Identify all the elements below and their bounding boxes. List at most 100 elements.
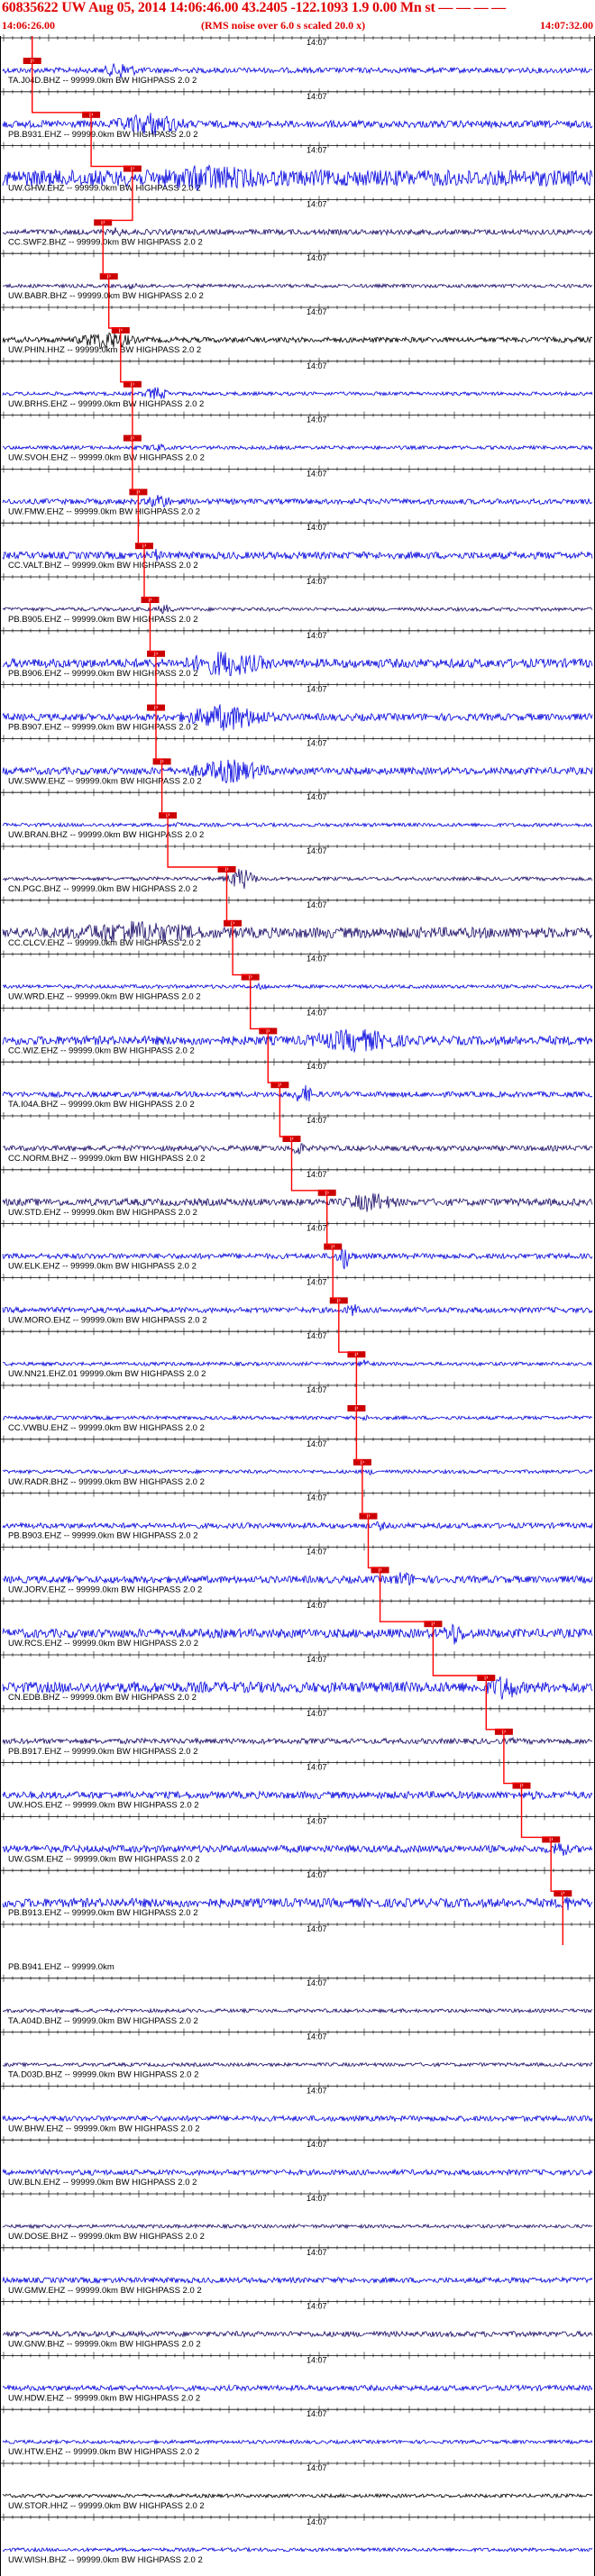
station-label: UW.BRHS.EHZ -- 99999.0km BW HIGHPASS 2.0… [8,399,204,409]
station-label: UW.NN21.EHZ.01 99999.0km BW HIGHPASS 2.0… [8,1369,206,1379]
station-label: UW.RCS.EHZ -- 99999.0km BW HIGHPASS 2.0 … [8,1639,198,1649]
trace-row: 14:07 UW.RADR.BHZ -- 99999.0km BW HIGHPAS… [0,1435,595,1487]
trace-row: 14:07 PB.B906.EHZ -- 99999.0km BW HIGHPAS… [0,626,595,679]
time-tick-label: 14:07 [307,1277,327,1286]
station-label: TA.I04A.BHZ -- 99999.0km BW HIGHPASS 2.0… [8,1100,195,1110]
waveform [2,548,593,562]
time-tick-label: 14:07 [307,2194,327,2203]
time-tick-label: 14:07 [307,469,327,478]
station-label: CC.CLCV.EHZ -- 99999.0km BW HIGHPASS 2.0… [8,938,201,948]
time-tick-label: 14:07 [307,2302,327,2311]
station-label: UW.ELK.EHZ -- 99999.0km BW HIGHPASS 2.0 … [8,1262,197,1272]
trace-row: 14:07 PB.B941.EHZ -- 99999.0km [0,1921,595,1972]
time-tick-label: 14:07 [307,846,327,855]
waveform [2,821,593,828]
time-tick-label: 14:07 [307,1816,327,1825]
trace-row: 14:07 UW.BRAN.BHZ -- 99999.0km BW HIGHPAS… [0,789,595,840]
time-tick-label: 14:07 [307,1494,327,1503]
trace-row: 14:07 UW.BHW.EHZ -- 99999.0km BW HIGHPASS… [0,2082,595,2133]
moveout-line [32,36,563,1945]
station-label: TA.J04D.BHZ -- 99999.0km BW HIGHPASS 2.0… [8,76,197,86]
time-tick-label: 14:07 [307,2086,327,2095]
time-tick-label: 14:07 [307,253,327,262]
trace-row: 14:07 CC.CLCV.EHZ -- 99999.0km BW HIGHPAS… [0,896,595,948]
trace-row: 14:07 CN.EDB.BHZ -- 99999.0km BW HIGHPASS… [0,1651,595,1703]
station-label: UW.BLN.EHZ -- 99999.0km BW HIGHPASS 2.0 … [8,2178,197,2188]
station-label: UW.SWW.EHZ -- 99999.0km BW HIGHPASS 2.0 … [8,776,202,786]
waveform [2,604,593,614]
station-label: UW.GNW.BHZ -- 99999.0km BW HIGHPASS 2.0 … [8,2340,201,2350]
station-label: UW.SVOH.EHZ -- 99999.0km BW HIGHPASS 2.0… [8,453,205,463]
waveform [2,1414,593,1421]
station-label: UW.GMW.EHZ -- 99999.0km BW HIGHPASS 2.0 … [8,2286,202,2296]
time-tick-label: 14:07 [307,2248,327,2257]
time-tick-label: 14:07 [307,1709,327,1718]
waveform [2,2061,593,2069]
waveform [2,2168,593,2177]
time-tick-label: 14:07 [307,1331,327,1340]
time-tick-label: 14:07 [307,1062,327,1071]
time-tick-label: 14:07 [307,900,327,909]
waveform [2,2276,593,2285]
station-label: PB.B906.EHZ -- 99999.0km BW HIGHPASS 2.0… [8,669,198,679]
time-tick-label: 14:07 [307,1655,327,1664]
trace-row: 14:07 TA.A04D.BHZ -- 99999.0km BW HIGHPAS… [0,1974,595,2026]
time-tick-label: 14:07 [307,1008,327,1017]
trace-row: 14:07 UW.GSM.EHZ -- 99999.0km BW HIGHPASS… [0,1813,595,1864]
trace-row: 14:07UW.GHW.EHZ -- 99999.0km BW HIGHPASS… [0,142,595,194]
waveform [2,495,593,508]
trace-row: 14:07 UW.SWW.EHZ -- 99999.0km BW HIGHPASS… [0,735,595,786]
trace-row: 14:07 PB.B913.EHZ -- 99999.0km BW HIGHPAS… [0,1867,595,1918]
station-label: TA.A04D.BHZ -- 99999.0km BW HIGHPASS 2.0… [8,2016,198,2026]
time-tick-label: 14:07 [307,1170,327,1179]
station-label: UW.STOR.HHZ -- 99999.0km BW HIGHPASS 2.0… [8,2501,205,2511]
trace-row: 14:07 TA.D03D.BHZ -- 99999.0km BW HIGHPAS… [0,2028,595,2080]
station-label: PB.B905.EHZ -- 99999.0km BW HIGHPASS 2.0… [8,615,198,625]
station-label: CC.NORM.BHZ -- 99999.0km BW HIGHPASS 2.0… [8,1154,205,1164]
station-label: CC.SWF2.BHZ -- 99999.0km BW HIGHPASS 2.0… [8,237,203,247]
time-tick-label: 14:07 [307,2517,327,2526]
trace-row: 14:07 UW.SVOH.EHZ -- 99999.0km BW HIGHPAS… [0,411,595,463]
trace-row: 14:07 TA.J04D.BHZ -- 99999.0km BW HIGHPAS… [0,34,595,86]
time-tick-label: 14:07 [307,92,327,101]
station-label: CN.PGC.BHZ -- 99999.0km BW HIGHPASS 2.0 … [8,884,197,894]
station-label: UW.MORO.EHZ -- 99999.0km BW HIGHPASS 2.0… [8,1315,207,1325]
trace-row: 14:07 CC.VALT.BHZ -- 99999.0km BW HIGHPAS… [0,519,595,571]
time-tick-label: 14:07 [307,146,327,155]
station-label: TA.D03D.BHZ -- 99999.0km BW HIGHPASS 2.0… [8,2070,198,2080]
station-label: UW.DOSE.BHZ -- 99999.0km BW HIGHPASS 2.0… [8,2232,205,2242]
waveform [2,2492,593,2499]
station-label: UW.STD.EHZ -- 99999.0km BW HIGHPASS 2.0 … [8,1208,197,1218]
waveform [2,2223,593,2230]
time-tick-label: 14:07 [307,685,327,694]
seismogram-plot: 14:07 TA.J04D.BHZ -- 99999.0km BW HIGHPAS… [0,34,595,2576]
time-tick-label: 14:07 [307,1439,327,1448]
trace-row: 14:07 UW.HDW.EHZ -- 99999.0km BW HIGHPASS… [0,2352,595,2403]
time-tick-label: 14:07 [307,2409,327,2418]
waveform [2,387,593,399]
station-label: UW.GSM.EHZ -- 99999.0km BW HIGHPASS 2.0 … [8,1854,200,1864]
trace-row: 14:07 UW.ELK.EHZ -- 99999.0km BW HIGHPASS… [0,1219,595,1272]
time-tick-label: 14:07 [307,2463,327,2472]
trace-row: 14:07 CC.WIZ.EHZ -- 99999.0km BW HIGHPASS… [0,1004,595,1055]
waveform [2,1303,593,1317]
time-tick-label: 14:07 [307,1870,327,1879]
station-label: UW.FMW.EHZ -- 99999.0km BW HIGHPASS 2.0 … [8,507,200,516]
waveform [2,1468,593,1475]
trace-row: 14:07 PB.B903.EHZ -- 99999.0km BW HIGHPAS… [0,1489,595,1541]
time-tick-label: 14:07 [307,792,327,801]
station-label: UW.BRAN.BHZ -- 99999.0km BW HIGHPASS 2.0… [8,830,204,840]
station-label: UW.WISH.BHZ -- 99999.0km BW HIGHPASS 2.0… [8,2555,203,2565]
trace-row: 14:07 UW.NN21.EHZ.01 99999.0km BW HIGHPAS… [0,1328,595,1379]
trace-row: 14:07 UW.HOS.EHZ -- 99999.0km BW HIGHPASS… [0,1758,595,1811]
time-tick-label: 14:07 [307,1547,327,1556]
station-label: CC.VWBU.EHZ -- 99999.0km BW HIGHPASS 2.0… [8,1423,205,1433]
time-tick-label: 14:07 [307,307,327,316]
waveform [2,1359,593,1367]
time-tick-label: 14:07 [307,1385,327,1394]
waveform [2,1790,593,1800]
trace-row: 14:07 UW.GMW.EHZ -- 99999.0km BW HIGHPASS… [0,2243,595,2296]
trace-row: 14:07 PB.B905.EHZ -- 99999.0km BW HIGHPAS… [0,573,595,625]
time-tick-label: 14:07 [307,361,327,370]
waveform [2,2330,593,2339]
